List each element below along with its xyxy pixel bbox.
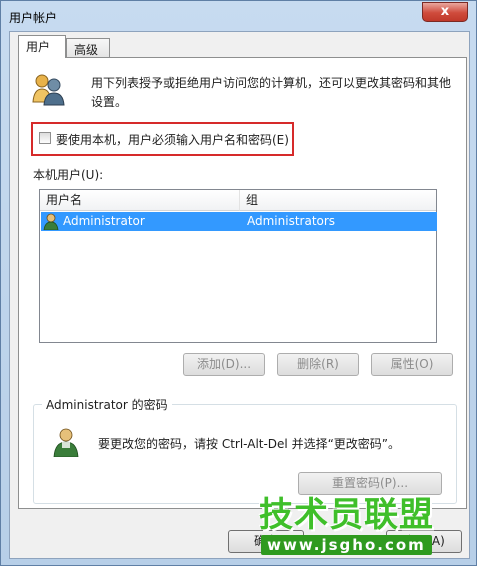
tab-users[interactable]: 用户 xyxy=(18,35,66,58)
watermark: 技术员联盟 www.jsgho.com xyxy=(249,495,444,555)
tab-advanced-label: 高级 xyxy=(74,43,99,57)
tab-users-label: 用户 xyxy=(26,40,51,54)
row-group: Administrators xyxy=(247,214,336,228)
reset-password-button[interactable]: 重置密码(P)... xyxy=(298,472,442,495)
column-header-username[interactable]: 用户名 xyxy=(40,190,240,211)
close-icon: x xyxy=(440,4,450,19)
remove-button[interactable]: 删除(R) xyxy=(277,353,359,376)
require-login-label[interactable]: 要使用本机，用户必须输入用户名和密码(E) xyxy=(56,131,289,148)
password-group-title: Administrator 的密码 xyxy=(42,396,172,413)
user-icon xyxy=(43,213,59,230)
users-list[interactable]: 用户名 组 Administrator Administrators xyxy=(39,189,437,343)
close-button[interactable]: x xyxy=(422,2,468,22)
users-tab-panel: 用下列表授予或拒绝用户访问您的计算机，还可以更改其密码和其他设置。 要使用本机，… xyxy=(18,57,467,509)
require-login-checkbox[interactable] xyxy=(39,132,51,144)
row-username: Administrator xyxy=(63,214,145,228)
watermark-title: 技术员联盟 xyxy=(259,495,434,535)
column-header-group-label: 组 xyxy=(246,193,259,207)
password-user-icon xyxy=(53,428,79,457)
dialog-window: 用户帐户 x 用户 高级 用下列表授予或拒绝用户访问您的计算机，还可以更改其密码… xyxy=(0,0,477,566)
add-button[interactable]: 添加(D)... xyxy=(183,353,265,376)
local-users-label: 本机用户(U): xyxy=(33,168,104,182)
password-instruction: 要更改您的密码，请按 Ctrl-Alt-Del 并选择“更改密码”。 xyxy=(98,437,401,451)
tab-advanced[interactable]: 高级 xyxy=(66,38,110,58)
password-group: Administrator 的密码 要更改您的密码，请按 Ctrl-Alt-De… xyxy=(33,396,457,504)
watermark-url: www.jsgho.com xyxy=(261,535,432,555)
window-title: 用户帐户 xyxy=(9,11,58,25)
column-header-group[interactable]: 组 xyxy=(240,190,436,211)
column-header-username-label: 用户名 xyxy=(46,193,83,207)
description-text: 用下列表授予或拒绝用户访问您的计算机，还可以更改其密码和其他设置。 xyxy=(91,76,452,109)
properties-button[interactable]: 属性(O) xyxy=(371,353,453,376)
users-icon xyxy=(32,74,65,106)
dialog-client-area: 用户 高级 用下列表授予或拒绝用户访问您的计算机，还可以更改其密码和其他设置。 … xyxy=(9,31,470,559)
table-row[interactable]: Administrator Administrators xyxy=(41,212,437,231)
